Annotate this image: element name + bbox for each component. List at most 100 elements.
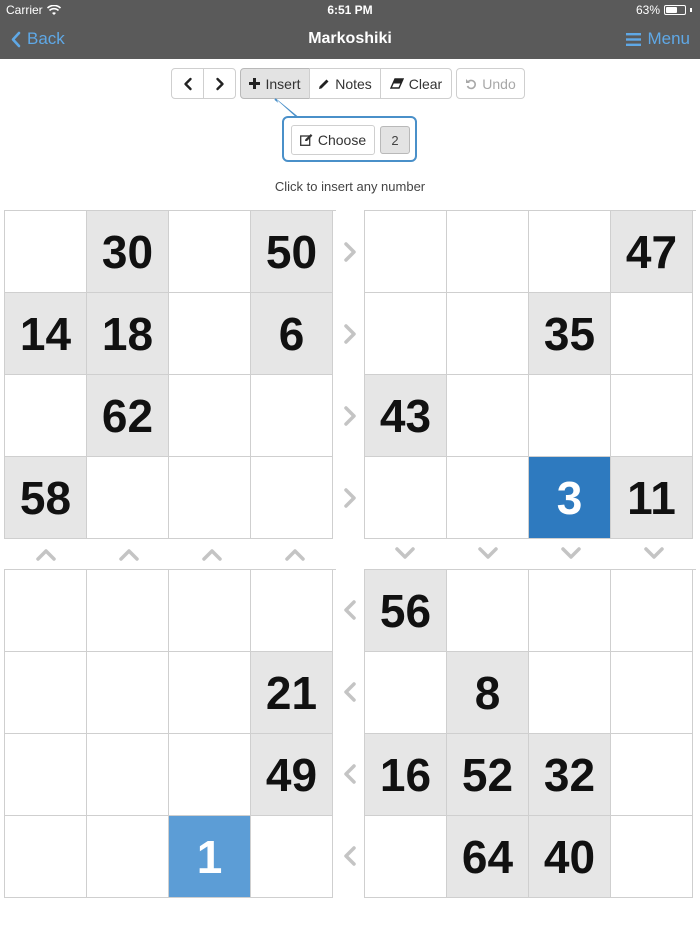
status-bar: Carrier 6:51 PM 63% [0, 0, 700, 20]
chevron-left-icon [338, 680, 362, 704]
grid-cell[interactable]: 21 [251, 652, 333, 734]
grid-cell[interactable]: 35 [529, 293, 611, 375]
grid-cell[interactable] [169, 375, 251, 457]
grid-cell[interactable] [365, 652, 447, 734]
grid-cell[interactable] [169, 211, 251, 293]
chevron-right-icon [338, 404, 362, 428]
grid-cell[interactable] [611, 293, 693, 375]
grid-cell[interactable] [169, 734, 251, 816]
grid-cell[interactable]: 64 [447, 816, 529, 898]
next-button[interactable] [203, 68, 236, 99]
grid-cell[interactable] [5, 570, 87, 652]
insert-label: Insert [265, 75, 301, 92]
grid-cell[interactable] [365, 293, 447, 375]
chevron-left-icon [338, 598, 362, 622]
grid-cell[interactable] [529, 211, 611, 293]
grid-cell[interactable] [251, 375, 333, 457]
notes-label: Notes [335, 75, 372, 92]
previous-button[interactable] [171, 68, 204, 99]
grid-cell[interactable]: 18 [87, 293, 169, 375]
grid-cell[interactable] [5, 734, 87, 816]
grid-cell[interactable]: 49 [251, 734, 333, 816]
status-time: 6:51 PM [327, 3, 373, 17]
hamburger-icon [626, 32, 642, 46]
grid-cell[interactable] [169, 457, 251, 539]
grid-cell[interactable] [169, 293, 251, 375]
grid-cell[interactable]: 40 [529, 816, 611, 898]
chevron-down-icon [393, 541, 417, 565]
puzzle-block-bottom-right: 56 8 16 52 32 64 40 [364, 569, 696, 898]
pencil-icon [319, 79, 329, 89]
chevron-left-icon [183, 77, 192, 90]
choose-button[interactable]: Choose [291, 125, 375, 155]
grid-cell[interactable] [87, 570, 169, 652]
grid-cell[interactable]: 8 [447, 652, 529, 734]
grid-cell[interactable]: 14 [5, 293, 87, 375]
chevron-up-icon [34, 543, 58, 567]
notes-button[interactable]: Notes [309, 68, 381, 99]
grid-cell[interactable] [529, 652, 611, 734]
clear-button[interactable]: Clear [380, 68, 452, 99]
grid-cell[interactable] [529, 375, 611, 457]
grid-cell[interactable] [5, 211, 87, 293]
grid-cell[interactable] [529, 570, 611, 652]
chevron-down-icon [476, 541, 500, 565]
chevron-up-icon [117, 543, 141, 567]
chevron-right-icon [338, 240, 362, 264]
grid-cell[interactable] [611, 570, 693, 652]
grid-cell[interactable] [251, 816, 333, 898]
instruction-text: Click to insert any number [274, 179, 426, 194]
undo-icon [466, 78, 477, 89]
grid-cell[interactable] [169, 570, 251, 652]
grid-cell[interactable]: 50 [251, 211, 333, 293]
grid-cell[interactable]: 56 [365, 570, 447, 652]
chevron-right-icon [215, 77, 224, 90]
grid-cell[interactable] [87, 457, 169, 539]
grid-cell[interactable]: 30 [87, 211, 169, 293]
battery-icon [664, 5, 686, 15]
clear-label: Clear [408, 75, 443, 92]
grid-cell[interactable] [365, 816, 447, 898]
chevron-right-icon [338, 486, 362, 510]
grid-cell[interactable]: 3 [529, 457, 611, 539]
grid-cell[interactable]: 32 [529, 734, 611, 816]
grid-cell[interactable]: 58 [5, 457, 87, 539]
grid-cell[interactable] [365, 211, 447, 293]
grid-cell[interactable] [447, 457, 529, 539]
grid-cell[interactable] [611, 734, 693, 816]
edit-icon [299, 134, 313, 146]
grid-cell[interactable]: 52 [447, 734, 529, 816]
chevron-down-icon [559, 541, 583, 565]
grid-cell[interactable] [365, 457, 447, 539]
chevron-up-icon [200, 543, 224, 567]
grid-cell[interactable]: 16 [365, 734, 447, 816]
grid-cell[interactable] [611, 652, 693, 734]
selected-number-button[interactable]: 2 [380, 126, 410, 154]
grid-cell[interactable]: 47 [611, 211, 693, 293]
grid-cell[interactable]: 6 [251, 293, 333, 375]
grid-cell[interactable] [87, 652, 169, 734]
grid-cell[interactable] [5, 652, 87, 734]
grid-cell[interactable]: 43 [365, 375, 447, 457]
grid-cell[interactable] [447, 211, 529, 293]
grid-cell[interactable] [251, 570, 333, 652]
grid-cell[interactable]: 11 [611, 457, 693, 539]
insert-button[interactable]: Insert [240, 68, 310, 99]
grid-cell[interactable] [447, 293, 529, 375]
grid-cell[interactable] [251, 457, 333, 539]
menu-button[interactable]: Menu [626, 29, 690, 49]
undo-button[interactable]: Undo [456, 68, 525, 99]
chevron-down-icon [642, 541, 666, 565]
grid-cell[interactable] [5, 375, 87, 457]
grid-cell[interactable] [447, 570, 529, 652]
grid-cell[interactable] [611, 375, 693, 457]
grid-cell[interactable] [447, 375, 529, 457]
grid-cell[interactable] [87, 816, 169, 898]
grid-cell[interactable] [169, 652, 251, 734]
grid-cell[interactable]: 1 [169, 816, 251, 898]
grid-cell[interactable] [87, 734, 169, 816]
grid-cell[interactable] [611, 816, 693, 898]
menu-label: Menu [647, 29, 690, 48]
grid-cell[interactable] [5, 816, 87, 898]
grid-cell[interactable]: 62 [87, 375, 169, 457]
